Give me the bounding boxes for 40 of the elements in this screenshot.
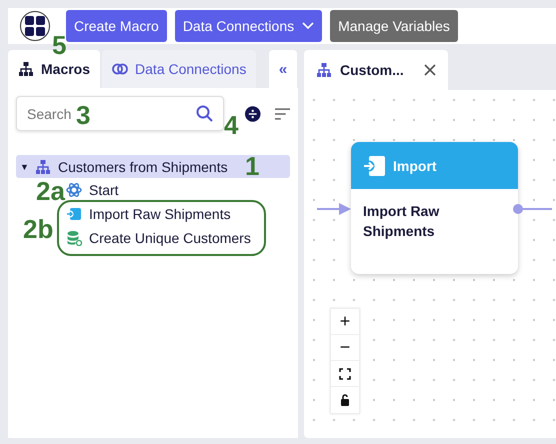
node-label: Import Raw Shipments (362, 202, 440, 242)
node-title: Import (393, 158, 437, 174)
import-node[interactable]: Import Import Raw Shipments (351, 142, 518, 274)
chevron-icon (302, 22, 314, 30)
input-arrow (317, 202, 351, 216)
tree-item[interactable]: Import Raw Shipments (66, 202, 235, 226)
search-icon (196, 105, 214, 123)
tree-item[interactable]: Create Unique Customers (66, 226, 255, 250)
caret-icon[interactable]: ▼ (20, 162, 28, 172)
import-icon (363, 156, 385, 176)
lock-button[interactable] (331, 387, 359, 413)
editor-tab[interactable]: Custom... (304, 50, 448, 90)
sidebar-tab[interactable]: Data Connections (102, 50, 256, 88)
hierarchy-icon (18, 61, 34, 77)
zoom-in-button[interactable]: + (331, 309, 359, 335)
linked-rings-icon (112, 61, 128, 77)
toolbar-button[interactable]: Data Connections (174, 10, 322, 42)
tree-item[interactable]: Start (66, 178, 123, 202)
import-icon (66, 206, 82, 222)
app-menu-icon[interactable] (20, 11, 50, 41)
hierarchy-icon (316, 62, 332, 78)
hierarchy-icon (35, 158, 51, 174)
collapse-button[interactable]: « (269, 50, 297, 88)
divide-icon[interactable] (245, 106, 260, 122)
callout-number: 2b (23, 216, 54, 242)
output-connector (512, 202, 552, 216)
close-icon[interactable] (424, 64, 436, 76)
database-icon (66, 230, 82, 246)
zoom-out-button[interactable]: − (331, 335, 359, 361)
toolbar-button[interactable]: Create Macro (66, 10, 167, 42)
callout-number: 1 (245, 153, 260, 179)
callout-number: 3 (76, 102, 90, 128)
callout-number: 2a (36, 178, 65, 204)
toolbar-button[interactable]: Manage Variables (330, 10, 458, 42)
lock-icon (340, 394, 350, 406)
atom-icon (66, 182, 82, 198)
fit-view-button[interactable] (331, 361, 359, 387)
fit-view-icon (339, 368, 351, 380)
callout-number: 4 (224, 112, 238, 138)
sort-icon[interactable] (274, 108, 290, 120)
